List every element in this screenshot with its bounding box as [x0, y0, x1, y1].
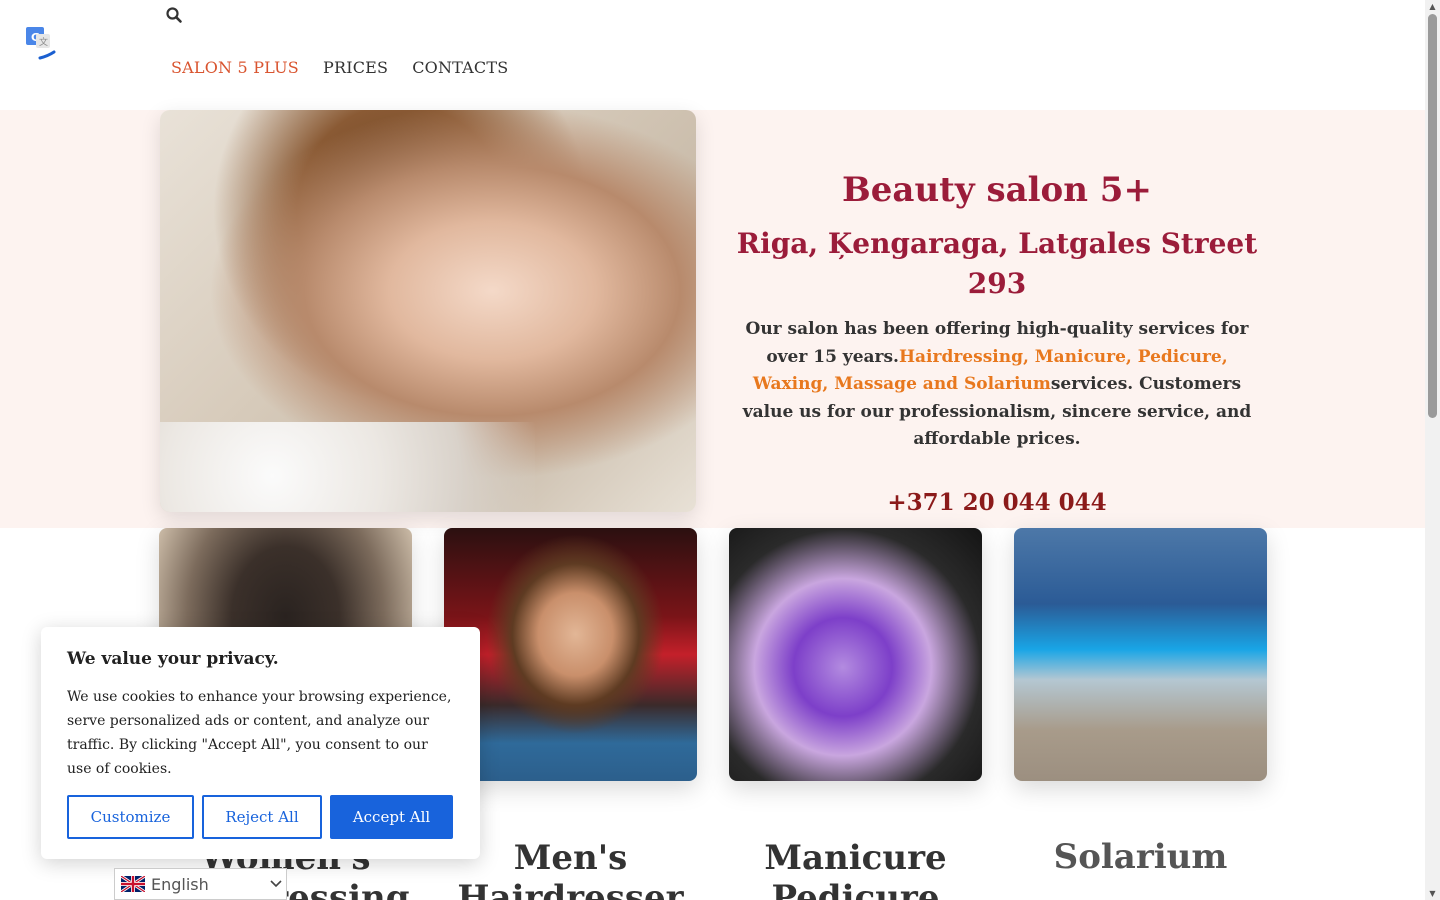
translate-logo-icon[interactable]: G 文 [24, 24, 60, 64]
language-label: English [151, 874, 209, 894]
chevron-down-icon [266, 877, 286, 891]
service-image-manicure[interactable] [729, 528, 982, 781]
main-nav: SALON 5 PLUS PRICES CONTACTS [171, 58, 508, 77]
uk-flag-icon [121, 876, 145, 892]
language-selector[interactable]: English [114, 868, 287, 900]
nav-item-prices[interactable]: PRICES [323, 58, 388, 77]
page-scrollbar[interactable]: ▲ ▼ [1425, 0, 1440, 900]
nav-item-contacts[interactable]: CONTACTS [412, 58, 508, 77]
salon-address: Riga, Ķengaraga, Latgales Street 293 [736, 227, 1258, 300]
salon-description: Our salon has been offering high-quality… [726, 316, 1268, 454]
hero-image-lace [160, 422, 536, 512]
scroll-up-arrow-icon[interactable]: ▲ [1428, 2, 1437, 11]
site-header: G 文 SALON 5 PLUS PRICES CONTACTS [0, 0, 1425, 110]
search-icon[interactable] [165, 6, 183, 24]
service-title-solarium[interactable]: Solarium [1014, 837, 1267, 877]
hero-image [160, 110, 696, 512]
service-image-solarium[interactable] [1014, 528, 1267, 781]
service-title-mens-hair[interactable]: Men's Hairdresser [444, 838, 697, 900]
hero-text: Beauty salon 5+ Riga, Ķengaraga, Latgale… [726, 166, 1268, 516]
cookie-text: We use cookies to enhance your browsing … [67, 689, 452, 777]
nav-item-salon[interactable]: SALON 5 PLUS [171, 58, 299, 77]
scroll-down-arrow-icon[interactable]: ▼ [1428, 889, 1437, 898]
accept-all-button[interactable]: Accept All [330, 795, 453, 839]
service-image-mens-hair[interactable] [444, 528, 697, 781]
phone-number[interactable]: +371 20 044 044 [726, 489, 1268, 516]
cookie-consent-banner: We value your privacy. We use cookies to… [41, 627, 480, 859]
hero-section: Beauty salon 5+ Riga, Ķengaraga, Latgale… [0, 110, 1425, 528]
page-title: Beauty salon 5+ [842, 170, 1152, 210]
cookie-buttons: Customize Reject All Accept All [67, 795, 453, 839]
cookie-title: We value your privacy. [67, 649, 279, 669]
reject-all-button[interactable]: Reject All [202, 795, 322, 839]
customize-button[interactable]: Customize [67, 795, 194, 839]
scrollbar-thumb[interactable] [1428, 14, 1437, 418]
svg-text:文: 文 [39, 36, 48, 48]
service-title-manicure[interactable]: Manicure Pedicure [729, 838, 982, 900]
